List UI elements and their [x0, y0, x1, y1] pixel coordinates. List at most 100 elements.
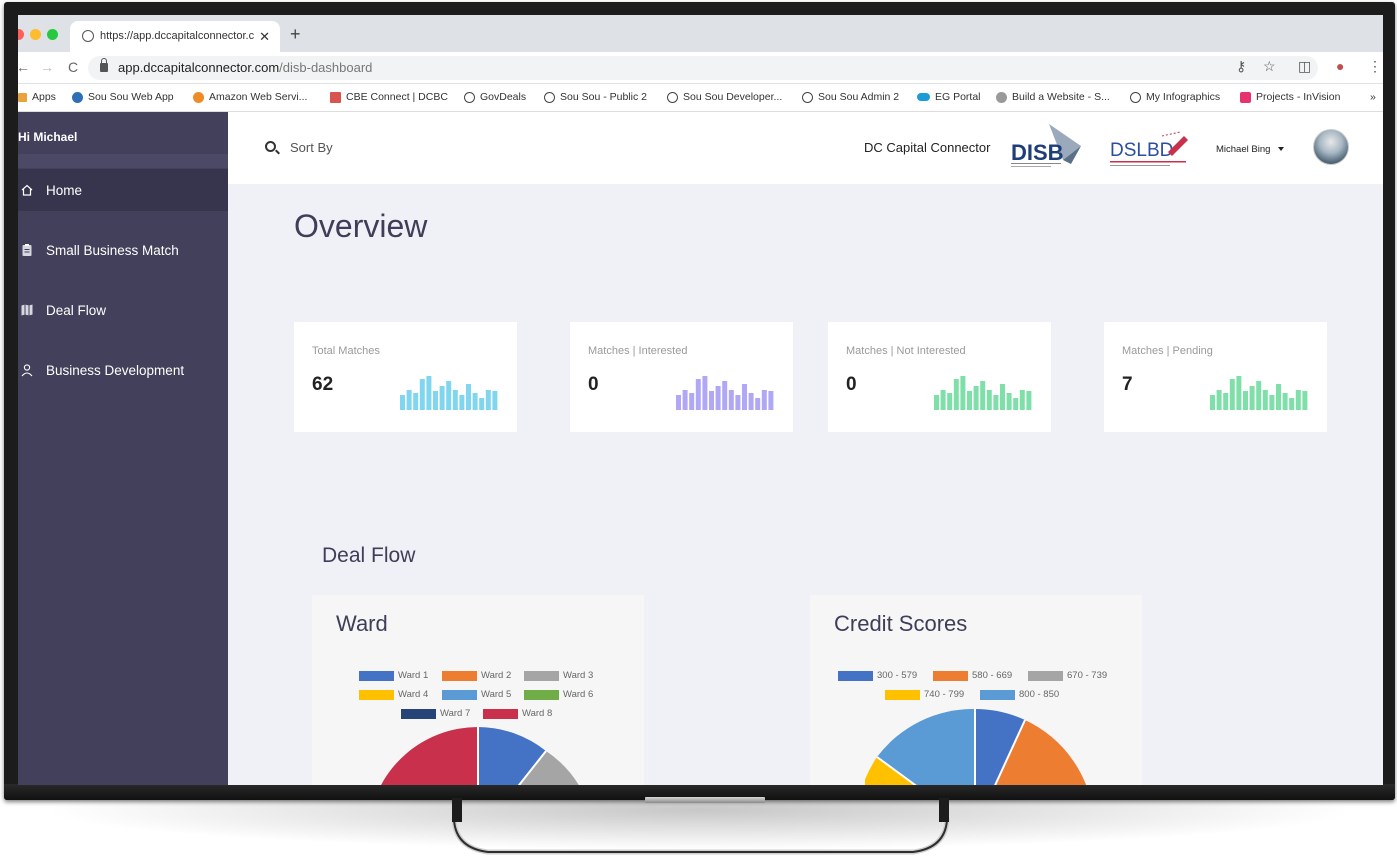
screen: https://app.dccapitalconnector.c ✕ + ← →… [18, 15, 1383, 785]
bookmark-build-website[interactable]: Build a Website - S... [996, 91, 1110, 103]
sparkline-bar [934, 395, 939, 410]
disb-logo: DISB [1011, 124, 1081, 167]
greeting: Hi Michael [18, 130, 78, 144]
section-title: Deal Flow [322, 544, 416, 567]
apps-grid-icon [18, 92, 27, 102]
sparkline-bar [967, 391, 972, 410]
sparkline-bar [702, 376, 708, 410]
legend-swatch [1028, 670, 1063, 681]
legend-label: Ward 4 [398, 689, 429, 700]
sparkline-bar [439, 386, 445, 410]
legend-item: 800 - 850 [980, 689, 1059, 700]
sparkline-bar [722, 381, 728, 410]
sparkline-bar [748, 393, 754, 410]
bookmark-sou-sou-web-app[interactable]: Sou Sou Web App [72, 91, 174, 103]
bookmark-sou-sou-public[interactable]: Sou Sou - Public 2 [544, 91, 647, 103]
legend-swatch [359, 670, 394, 681]
sidebar-item-home[interactable]: Home [18, 169, 228, 211]
profile-icon[interactable]: ● [1336, 58, 1344, 74]
bookmark-label: Apps [32, 91, 56, 103]
sparkline-chart [1210, 376, 1308, 410]
sparkline-bar [1262, 390, 1268, 410]
bookmark-invision[interactable]: Projects - InVision [1240, 91, 1340, 103]
url-field[interactable]: app.dccapitalconnector.com/disb-dashboar… [88, 56, 1318, 80]
sparkline-bar [466, 384, 471, 410]
extension-icon[interactable]: ◫ [1298, 58, 1311, 75]
bookmark-overflow[interactable]: » [1370, 91, 1376, 103]
bookmark-sou-sou-admin[interactable]: Sou Sou Admin 2 [802, 91, 899, 103]
bookmark-label: Sou Sou Admin 2 [818, 91, 900, 103]
bookmark-sou-sou-developer[interactable]: Sou Sou Developer... [667, 91, 782, 103]
legend-label: Ward 2 [481, 670, 512, 681]
sparkline-chart [400, 376, 498, 410]
new-tab-icon[interactable]: + [290, 24, 301, 45]
tv-mockup: https://app.dccapitalconnector.c ✕ + ← →… [0, 0, 1397, 857]
legend-label: Ward 7 [440, 708, 471, 719]
sparkline-bar [419, 379, 425, 410]
bookmark-apps[interactable]: Apps [18, 91, 56, 103]
legend-label: 300 - 579 [877, 670, 918, 681]
legend-swatch [359, 689, 394, 700]
sidebar-item-small-business-match[interactable]: Small Business Match [18, 229, 228, 271]
bookmark-govdeals[interactable]: GovDeals [464, 91, 526, 103]
forward-icon[interactable]: → [40, 59, 54, 75]
sidebar-item-deal-flow[interactable]: Deal Flow [18, 289, 228, 331]
bookmark-label: CBE Connect | DCBC [346, 91, 448, 103]
bookmark-aws[interactable]: Amazon Web Servi... [193, 91, 307, 103]
clipboard-icon [20, 243, 34, 257]
browser-address-bar: ← → C app.dccapitalconnector.com/disb-da… [18, 52, 1383, 84]
star-icon[interactable]: ☆ [1263, 58, 1276, 75]
legend-item: Ward 1 [359, 670, 428, 681]
avatar[interactable] [1313, 129, 1349, 165]
sparkline-bar [1276, 384, 1281, 410]
sparkline-bar [682, 390, 688, 410]
top-header: Sort By DC Capital Connector DISB DSLBD [228, 112, 1383, 184]
bookmark-label: Sou Sou - Public 2 [560, 91, 647, 103]
sidebar: Hi Michael Home Small Business Match Dea… [18, 112, 228, 785]
sidebar-item-label: Deal Flow [46, 302, 107, 318]
menu-icon[interactable]: ⋮ [1368, 58, 1382, 75]
globe-icon [667, 91, 678, 103]
sparkline-bar [452, 390, 458, 410]
user-menu[interactable]: Michael Bing [1216, 144, 1270, 155]
chevron-down-icon[interactable] [1278, 147, 1284, 151]
sparkline-bar [689, 393, 695, 410]
reload-icon[interactable]: C [68, 59, 78, 75]
sparkline-bar [1229, 379, 1235, 410]
maximize-window-icon[interactable] [47, 29, 58, 40]
panel-title: Credit Scores [834, 611, 968, 636]
sidebar-item-label: Small Business Match [46, 242, 179, 258]
bookmark-cbe-connect[interactable]: CBE Connect | DCBC [330, 91, 448, 103]
sort-by-button[interactable]: Sort By [290, 140, 333, 155]
sparkline-bar [1256, 381, 1262, 410]
tv-stand [451, 798, 950, 855]
stat-card-interested: Matches | Interested 0 [570, 322, 793, 432]
key-icon[interactable]: ⚷ [1236, 58, 1246, 75]
ward-chart-panel: Ward Ward 1 Ward 2 Ward 3 Ward 4 Ward 5 … [312, 595, 644, 785]
legend-label: Ward 1 [398, 670, 429, 681]
legend-label: Ward 8 [522, 708, 553, 719]
minimize-window-icon[interactable] [30, 29, 41, 40]
sparkline-chart [934, 376, 1032, 410]
close-window-icon[interactable] [18, 29, 24, 40]
search-icon[interactable] [265, 141, 276, 152]
browser-tab[interactable]: https://app.dccapitalconnector.c ✕ [70, 21, 280, 52]
sparkline-bar [492, 391, 498, 410]
bookmark-label: Projects - InVision [1256, 91, 1341, 103]
credit-scores-chart-panel: Credit Scores 300 - 579 580 - 669 670 - … [810, 595, 1142, 785]
bookmark-label: Build a Website - S... [1012, 91, 1110, 103]
sidebar-item-business-development[interactable]: Business Development [18, 349, 228, 391]
sparkline-bar [472, 393, 478, 410]
legend-swatch [980, 689, 1015, 700]
cloud-icon [917, 93, 930, 101]
back-icon[interactable]: ← [18, 59, 30, 75]
sparkline-bar [715, 386, 721, 410]
bookmark-infographics[interactable]: My Infographics [1130, 91, 1220, 103]
bookmark-label: GovDeals [480, 91, 527, 103]
bookmark-eg-portal[interactable]: EG Portal [917, 91, 981, 103]
sparkline-bar [742, 384, 747, 410]
sparkline-bar [479, 398, 485, 410]
close-tab-icon[interactable]: ✕ [259, 21, 270, 52]
sparkline-bar [485, 390, 491, 410]
legend-label: Ward 6 [563, 689, 594, 700]
